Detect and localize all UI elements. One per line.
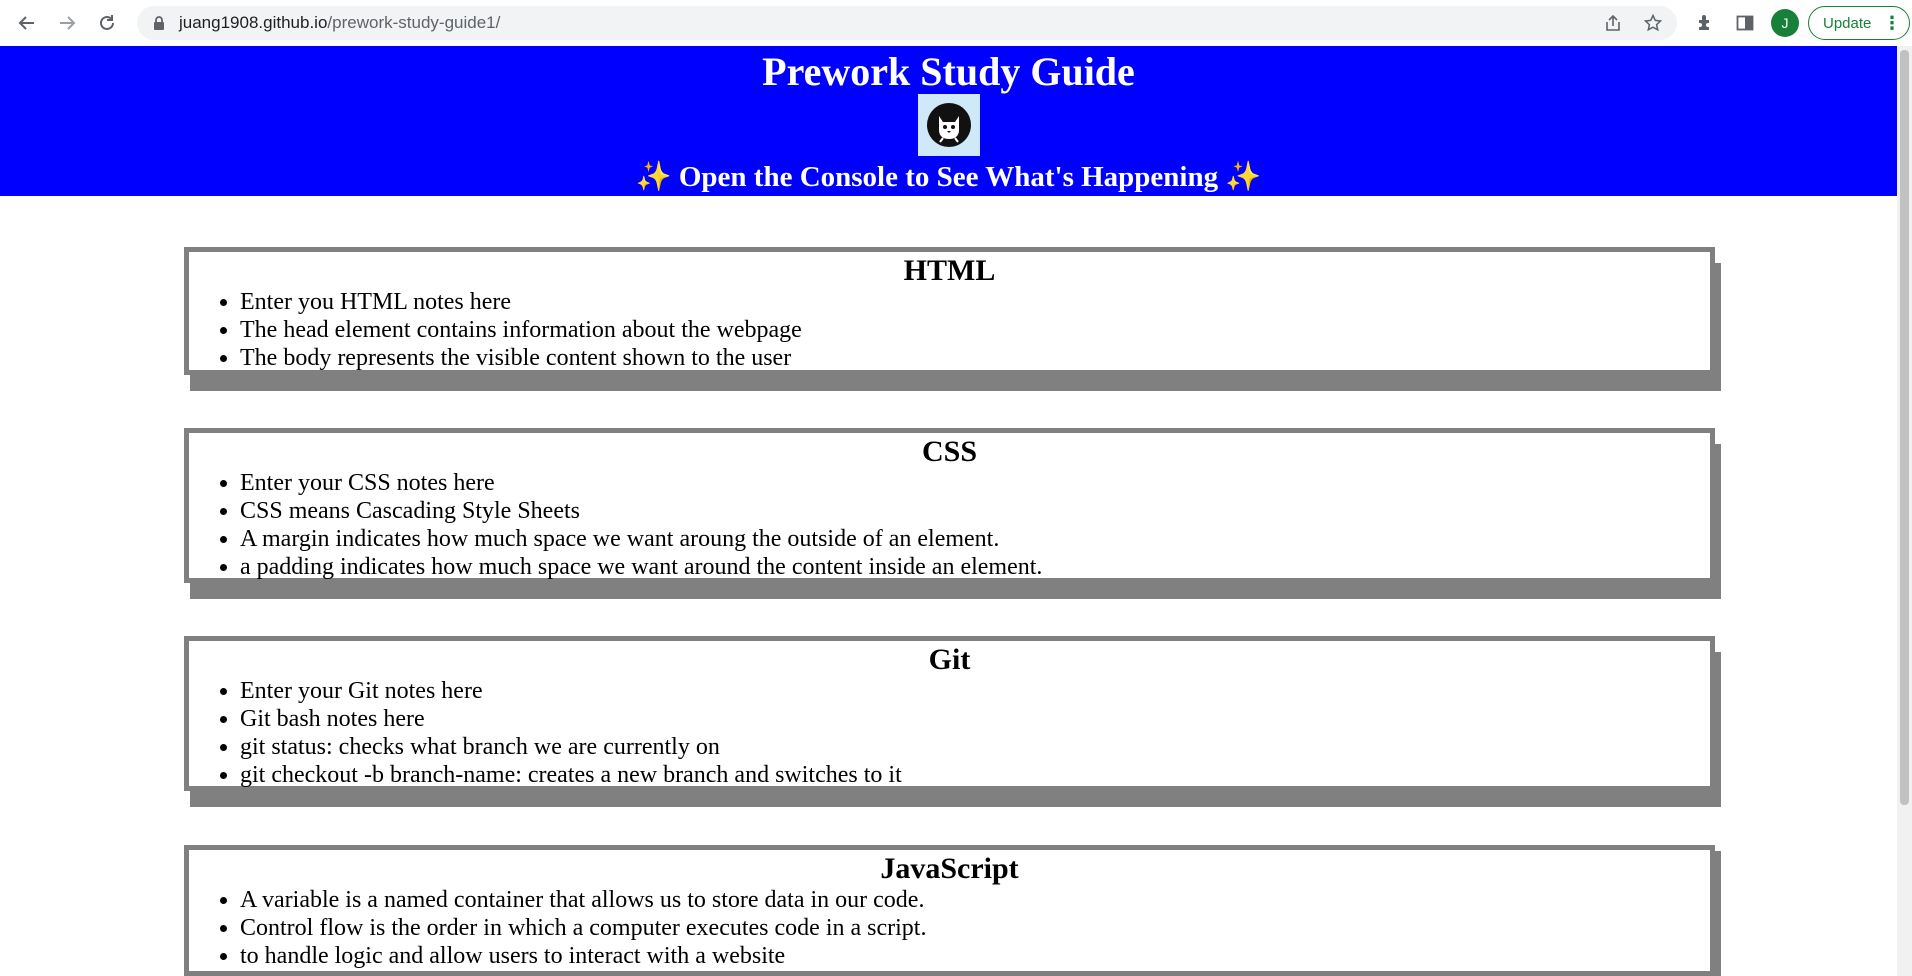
- notes-list: Enter your CSS notes here CSS means Casc…: [189, 469, 1710, 581]
- list-item: A variable is a named container that all…: [240, 886, 1710, 914]
- notes-list: Enter you HTML notes here The head eleme…: [189, 288, 1710, 372]
- list-item: A margin indicates how much space we wan…: [240, 525, 1710, 553]
- page-title: Prework Study Guide: [762, 49, 1135, 94]
- list-item: The head element contains information ab…: [240, 316, 1710, 344]
- scrollbar-thumb[interactable]: [1900, 50, 1909, 805]
- menu-dots-icon[interactable]: ⋮: [1883, 13, 1901, 33]
- reload-icon[interactable]: [92, 8, 122, 38]
- section-git: Git Enter your Git notes here Git bash n…: [184, 636, 1715, 791]
- list-item: to handle logic and allow users to inter…: [240, 942, 1710, 970]
- url-path: /prework-study-guide1/: [327, 13, 501, 32]
- list-item: git checkout -b branch-name: creates a n…: [240, 761, 1710, 789]
- subtitle-text: Open the Console to See What's Happening: [678, 161, 1219, 193]
- list-item: CSS means Cascading Style Sheets: [240, 497, 1710, 525]
- url-text: juang1908.github.io/prework-study-guide1…: [179, 13, 500, 33]
- url-host: juang1908.github.io: [179, 13, 328, 32]
- list-item: Enter your Git notes here: [240, 677, 1710, 705]
- sparkle-icon: ✨: [635, 161, 672, 193]
- section-title: Git: [928, 643, 971, 676]
- extensions-icon[interactable]: [1693, 11, 1717, 35]
- list-item: Control flow is the order in which a com…: [240, 914, 1710, 942]
- side-panel-icon[interactable]: [1733, 11, 1757, 35]
- section-html: HTML Enter you HTML notes here The head …: [184, 247, 1715, 375]
- star-icon[interactable]: [1643, 13, 1663, 33]
- header-subtitle: ✨ Open the Console to See What's Happeni…: [0, 160, 1897, 194]
- forward-icon[interactable]: [52, 8, 82, 38]
- list-item: git status: checks what branch we are cu…: [240, 733, 1710, 761]
- notes-list: A variable is a named container that all…: [189, 886, 1710, 970]
- section-javascript: JavaScript A variable is a named contain…: [184, 845, 1715, 976]
- list-item: a padding indicates how much space we wa…: [240, 553, 1710, 581]
- sparkle-icon: ✨: [1225, 161, 1262, 193]
- list-item: Enter your CSS notes here: [240, 469, 1710, 497]
- notes-list: Enter your Git notes here Git bash notes…: [189, 677, 1710, 789]
- page-header: Prework Study Guide ✨ Open the Console t…: [0, 46, 1897, 196]
- browser-toolbar: juang1908.github.io/prework-study-guide1…: [0, 0, 1912, 46]
- cat-logo-icon: [927, 103, 971, 147]
- section-title: HTML: [903, 254, 996, 287]
- update-label: Update: [1823, 14, 1872, 32]
- section-title: JavaScript: [880, 852, 1019, 885]
- section-title: CSS: [921, 435, 978, 468]
- share-icon[interactable]: [1603, 13, 1623, 33]
- address-bar[interactable]: juang1908.github.io/prework-study-guide1…: [137, 6, 1677, 40]
- list-item: The body represents the visible content …: [240, 344, 1710, 372]
- profile-avatar[interactable]: J: [1771, 9, 1799, 37]
- list-item: Git bash notes here: [240, 705, 1710, 733]
- page-scrollbar[interactable]: [1897, 46, 1912, 976]
- section-css: CSS Enter your CSS notes here CSS means …: [184, 428, 1715, 583]
- list-item: Enter you HTML notes here: [240, 288, 1710, 316]
- logo: [918, 94, 980, 156]
- lock-icon[interactable]: [151, 15, 167, 31]
- update-button[interactable]: Update ⋮: [1808, 6, 1910, 40]
- back-icon[interactable]: [12, 8, 42, 38]
